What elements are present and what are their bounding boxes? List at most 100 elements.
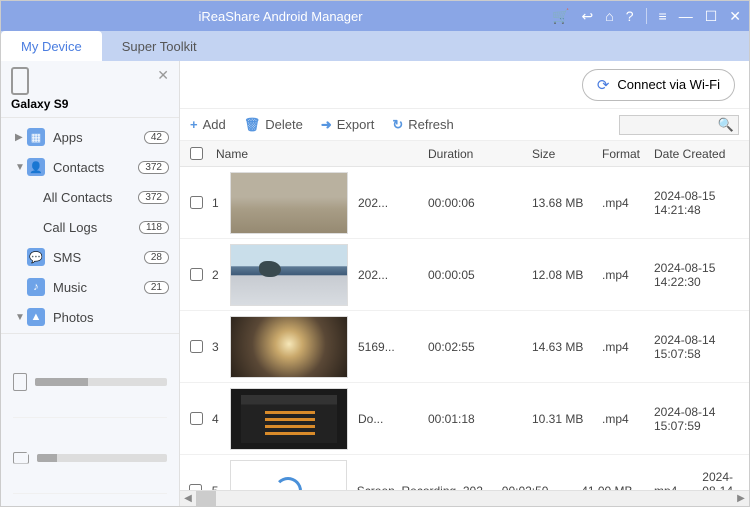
- col-duration[interactable]: Duration: [428, 147, 532, 161]
- sidebar-label: Music: [53, 280, 144, 295]
- grid-header: Name Duration Size Format Date Created: [180, 141, 749, 167]
- sidebar: ✕ Galaxy S9 ▶ ▦ Apps 42 ▼ 👤 Contacts 372…: [1, 61, 180, 506]
- row-format: .mp4: [602, 340, 654, 354]
- chevron-down-icon: ▼: [15, 162, 27, 173]
- phone-icon: [11, 67, 29, 95]
- row-duration: 00:00:05: [428, 268, 532, 282]
- cart-icon[interactable]: 🛒: [552, 8, 569, 25]
- sidebar-label: Apps: [53, 130, 144, 145]
- tab-my-device[interactable]: My Device: [1, 31, 102, 61]
- home-icon[interactable]: ⌂: [605, 8, 613, 24]
- trash-icon: 🗑: [244, 117, 261, 133]
- row-duration: 00:00:06: [428, 196, 532, 210]
- tab-super-toolkit[interactable]: Super Toolkit: [102, 31, 217, 61]
- scroll-left-icon[interactable]: ◀: [180, 491, 196, 506]
- row-date: 2024-08-14 15:07:58: [654, 333, 749, 361]
- row-format: .mp4: [602, 412, 654, 426]
- sidebar-item-contacts[interactable]: ▼ 👤 Contacts 372: [1, 152, 179, 182]
- row-size: 13.68 MB: [532, 196, 602, 210]
- row-checkbox[interactable]: [190, 340, 203, 353]
- close-window-icon[interactable]: ✕: [729, 8, 741, 25]
- sidebar-item-sms[interactable]: 💬 SMS 28: [1, 242, 179, 272]
- delete-button[interactable]: 🗑Delete: [244, 117, 303, 133]
- device-selector[interactable]: ✕ Galaxy S9: [1, 61, 179, 118]
- sidebar-item-photos[interactable]: ▼ ▲ Photos: [1, 302, 179, 332]
- refresh-icon: ↻: [392, 117, 403, 133]
- table-row[interactable]: 3 5169... 00:02:55 14.63 MB .mp4 2024-08…: [180, 311, 749, 383]
- row-checkbox[interactable]: [190, 196, 203, 209]
- table-row[interactable]: 4 Do... 00:01:18 10.31 MB .mp4 2024-08-1…: [180, 383, 749, 455]
- add-button[interactable]: +Add: [190, 117, 226, 132]
- col-size[interactable]: Size: [532, 147, 602, 161]
- sidebar-label: Photos: [53, 310, 169, 325]
- plus-icon: +: [190, 117, 198, 132]
- row-index: 4: [212, 412, 230, 426]
- sidebar-label: All Contacts: [43, 190, 138, 205]
- search-icon: 🔍: [718, 117, 734, 133]
- sidebar-item-call-logs[interactable]: Call Logs 118: [1, 212, 179, 242]
- video-thumbnail[interactable]: [230, 388, 348, 450]
- table-row[interactable]: 2 202... 00:00:05 12.08 MB .mp4 2024-08-…: [180, 239, 749, 311]
- sidebar-item-all-contacts[interactable]: All Contacts 372: [1, 182, 179, 212]
- search-input[interactable]: 🔍: [619, 115, 739, 135]
- row-name: 202...: [358, 196, 428, 210]
- row-index: 2: [212, 268, 230, 282]
- apps-icon: ▦: [27, 128, 45, 146]
- device-close-icon[interactable]: ✕: [157, 67, 169, 84]
- minimize-icon[interactable]: —: [679, 8, 693, 24]
- main-tabs: My Device Super Toolkit: [1, 31, 749, 61]
- scrollbar-thumb[interactable]: [196, 491, 216, 506]
- col-format[interactable]: Format: [602, 147, 654, 161]
- export-button[interactable]: ➜Export: [321, 117, 374, 133]
- sidebar-item-music[interactable]: ♪ Music 21: [1, 272, 179, 302]
- row-date: 2024-08-14 15:07:59: [654, 405, 749, 433]
- video-thumbnail[interactable]: [230, 172, 348, 234]
- select-all-checkbox[interactable]: [190, 147, 203, 160]
- count-badge: 372: [138, 161, 169, 174]
- col-date[interactable]: Date Created: [654, 147, 749, 161]
- refresh-button[interactable]: ↻Refresh: [392, 117, 453, 133]
- photos-icon: ▲: [27, 308, 45, 326]
- scroll-right-icon[interactable]: ▶: [733, 491, 749, 506]
- row-checkbox[interactable]: [190, 412, 203, 425]
- video-thumbnail[interactable]: [230, 316, 348, 378]
- horizontal-scrollbar[interactable]: ◀ ▶: [180, 490, 749, 506]
- divider: [646, 8, 647, 24]
- back-icon[interactable]: ↩: [582, 8, 594, 25]
- nav-tree: ▶ ▦ Apps 42 ▼ 👤 Contacts 372 All Contact…: [1, 118, 179, 333]
- chevron-right-icon: ▶: [15, 132, 27, 143]
- tool-label: Export: [337, 117, 375, 132]
- sd-storage-bar: [37, 454, 167, 462]
- sms-icon: 💬: [27, 248, 45, 266]
- row-date: 2024-08-14 15:08:02: [702, 470, 749, 491]
- menu-icon[interactable]: ≡: [659, 8, 667, 24]
- contacts-icon: 👤: [27, 158, 45, 176]
- sd-card-icon: [13, 452, 29, 464]
- row-date: 2024-08-15 14:22:30: [654, 261, 749, 289]
- video-thumbnail[interactable]: [230, 244, 348, 306]
- maximize-icon[interactable]: ☐: [705, 8, 718, 25]
- video-thumbnail[interactable]: [230, 460, 347, 491]
- music-icon: ♪: [27, 278, 45, 296]
- chevron-down-icon: ▼: [15, 312, 27, 323]
- sidebar-item-apps[interactable]: ▶ ▦ Apps 42: [1, 122, 179, 152]
- help-icon[interactable]: ?: [626, 8, 634, 24]
- row-format: .mp4: [602, 268, 654, 282]
- table-row[interactable]: 1 202... 00:00:06 13.68 MB .mp4 2024-08-…: [180, 167, 749, 239]
- count-badge: 21: [144, 281, 169, 294]
- wifi-icon: ⟳: [597, 76, 610, 94]
- grid-body[interactable]: 1 202... 00:00:06 13.68 MB .mp4 2024-08-…: [180, 167, 749, 490]
- count-badge: 118: [139, 221, 169, 234]
- count-badge: 28: [144, 251, 169, 264]
- storage-panel: [1, 333, 179, 506]
- table-row[interactable]: 5 Screen_Recording_20240... 00:02:50 41.…: [180, 455, 749, 490]
- connect-wifi-button[interactable]: ⟳ Connect via Wi-Fi: [582, 69, 735, 101]
- col-name[interactable]: Name: [212, 147, 428, 161]
- row-size: 10.31 MB: [532, 412, 602, 426]
- row-index: 3: [212, 340, 230, 354]
- count-badge: 372: [138, 191, 169, 204]
- row-format: .mp4: [602, 196, 654, 210]
- row-checkbox[interactable]: [190, 268, 203, 281]
- main-panel: ⟳ Connect via Wi-Fi +Add 🗑Delete ➜Export…: [180, 61, 749, 506]
- row-index: 1: [212, 196, 230, 210]
